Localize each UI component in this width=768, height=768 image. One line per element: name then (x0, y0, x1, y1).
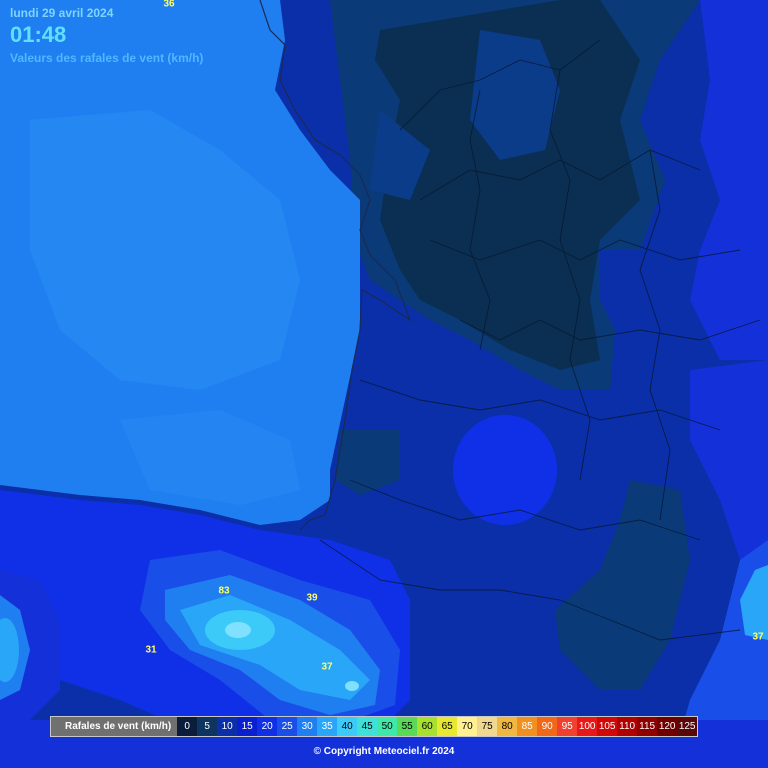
legend-swatch: 80 (497, 717, 518, 736)
legend-swatch: 125 (677, 717, 698, 736)
legend-swatch: 65 (437, 717, 458, 736)
legend-swatch: 35 (317, 717, 338, 736)
station-value: 37 (321, 661, 333, 673)
legend-swatch: 25 (277, 717, 298, 736)
gust-peak-2 (345, 681, 359, 691)
legend-swatch: 105 (597, 717, 618, 736)
station-value: 36 (163, 0, 175, 10)
legend-swatch: 60 (417, 717, 438, 736)
legend-swatch: 20 (257, 717, 278, 736)
map-subtitle: Valeurs des rafales de vent (km/h) (10, 51, 204, 65)
legend-swatch: 85 (517, 717, 538, 736)
legend-swatch: 75 (477, 717, 498, 736)
legend-swatch: 10 (217, 717, 238, 736)
legend-swatch: 40 (337, 717, 358, 736)
legend-swatch: 90 (537, 717, 558, 736)
station-value: 39 (306, 592, 318, 604)
legend-swatch: 30 (297, 717, 318, 736)
legend-swatch: 100 (577, 717, 598, 736)
gust-peak-1-core (225, 622, 251, 638)
legend-swatch: 95 (557, 717, 578, 736)
legend-swatch: 50 (377, 717, 398, 736)
copyright: © Copyright Meteociel.fr 2024 (313, 746, 455, 757)
station-value: 83 (218, 585, 230, 597)
legend-swatch: 115 (637, 717, 658, 736)
legend-swatch: 5 (197, 717, 218, 736)
legend-swatch: 45 (357, 717, 378, 736)
gust-zone-center (453, 415, 557, 525)
legend-swatch: 110 (617, 717, 638, 736)
color-legend: Rafales de vent (km/h) 0 5 10 15 20 25 30 35 40 4… (50, 716, 699, 737)
station-value: 37 (752, 631, 764, 643)
legend-title: Rafales de vent (km/h) (51, 717, 178, 736)
wind-gust-map (0, 0, 768, 768)
legend-swatch: 120 (657, 717, 678, 736)
forecast-time: 01:48 (10, 22, 67, 47)
legend-swatch: 15 (237, 717, 258, 736)
station-value: 31 (145, 644, 157, 656)
legend-swatch: 55 (397, 717, 418, 736)
legend-swatch: 0 (177, 717, 198, 736)
legend-swatch: 70 (457, 717, 478, 736)
forecast-date: lundi 29 avril 2024 (10, 6, 114, 20)
